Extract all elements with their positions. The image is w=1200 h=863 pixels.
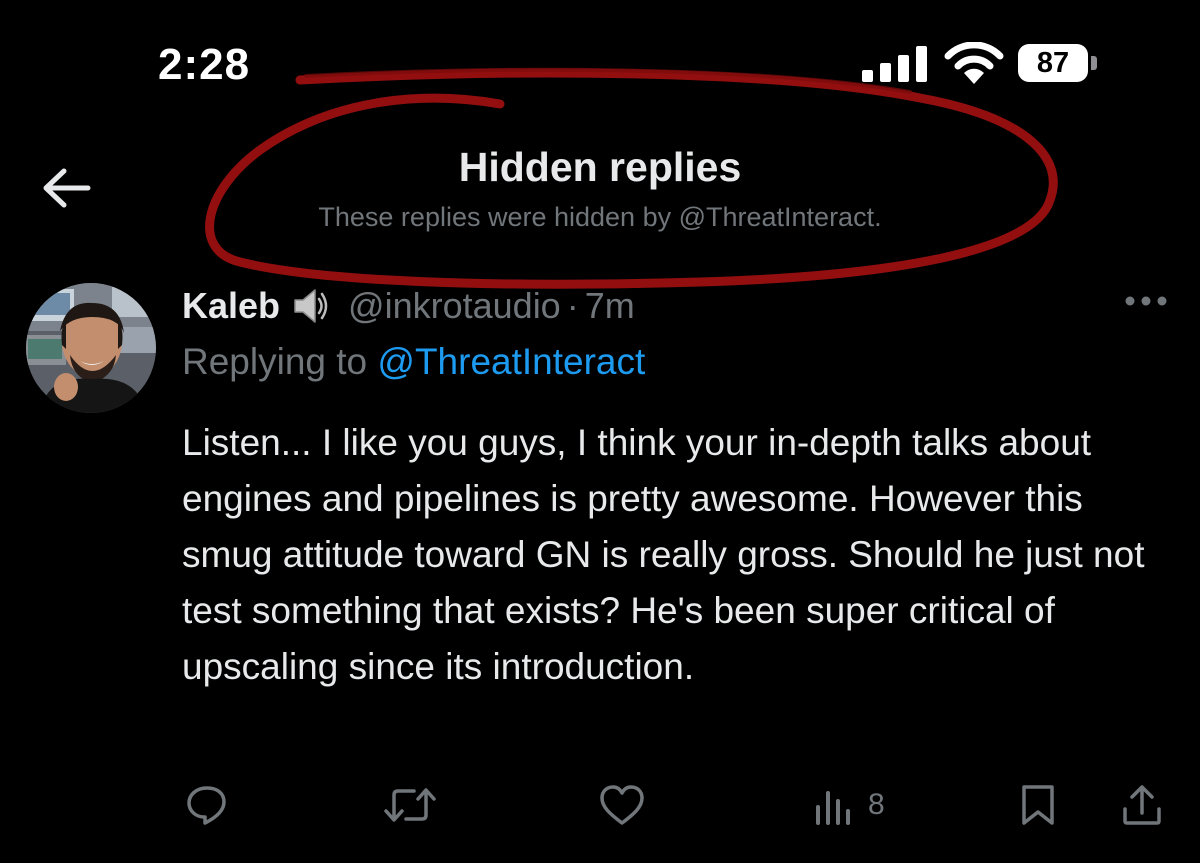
- bookmark-button[interactable]: [1018, 783, 1058, 827]
- cellular-signal-icon: [862, 46, 927, 82]
- reply-button[interactable]: [184, 783, 230, 827]
- like-icon: [600, 785, 644, 825]
- speaker-icon: [294, 289, 328, 323]
- tweet-text: Listen... I like you guys, I think your …: [182, 422, 1145, 687]
- tweet-author-line: Kaleb @inkrotaudio · 7m: [182, 281, 635, 331]
- bookmark-icon: [1022, 785, 1054, 825]
- views-button[interactable]: 8: [812, 783, 885, 827]
- retweet-button[interactable]: [382, 783, 438, 827]
- tweet-action-bar: 8: [0, 775, 1200, 835]
- author-name[interactable]: Kaleb: [182, 285, 280, 327]
- share-icon: [1123, 785, 1161, 825]
- replying-to-label: Replying to: [182, 341, 368, 382]
- views-icon: [816, 791, 850, 825]
- page-title: Hidden replies: [458, 144, 742, 190]
- status-bar: 2:28 87: [0, 0, 1200, 130]
- replying-to-link[interactable]: @ThreatInteract: [377, 341, 645, 382]
- battery-level: 87: [1036, 47, 1070, 79]
- meta-separator: ·: [566, 285, 579, 326]
- share-button[interactable]: [1120, 783, 1164, 827]
- battery-cap: [1091, 56, 1097, 70]
- battery-indicator: 87: [1018, 44, 1100, 84]
- avatar-photo: [26, 283, 156, 413]
- more-icon[interactable]: [1120, 289, 1172, 313]
- page-header: Hidden replies These replies were hidden…: [0, 130, 1200, 270]
- avatar[interactable]: [26, 283, 156, 413]
- tweet-timestamp[interactable]: 7m: [585, 285, 635, 327]
- like-button[interactable]: [598, 783, 646, 827]
- views-count: 8: [868, 788, 885, 821]
- page-subtitle: These replies were hidden by @ThreatInte…: [318, 202, 882, 232]
- wifi-icon: [944, 42, 1004, 84]
- retweet-icon: [384, 788, 436, 822]
- replying-to-line: Replying to @ThreatInteract: [182, 341, 645, 383]
- author-handle[interactable]: @inkrotaudio: [348, 285, 561, 327]
- reply-icon: [187, 786, 226, 825]
- hidden-reply-tweet[interactable]: Kaleb @inkrotaudio · 7m Replying to @Thr…: [0, 275, 1200, 863]
- status-time: 2:28: [158, 40, 251, 89]
